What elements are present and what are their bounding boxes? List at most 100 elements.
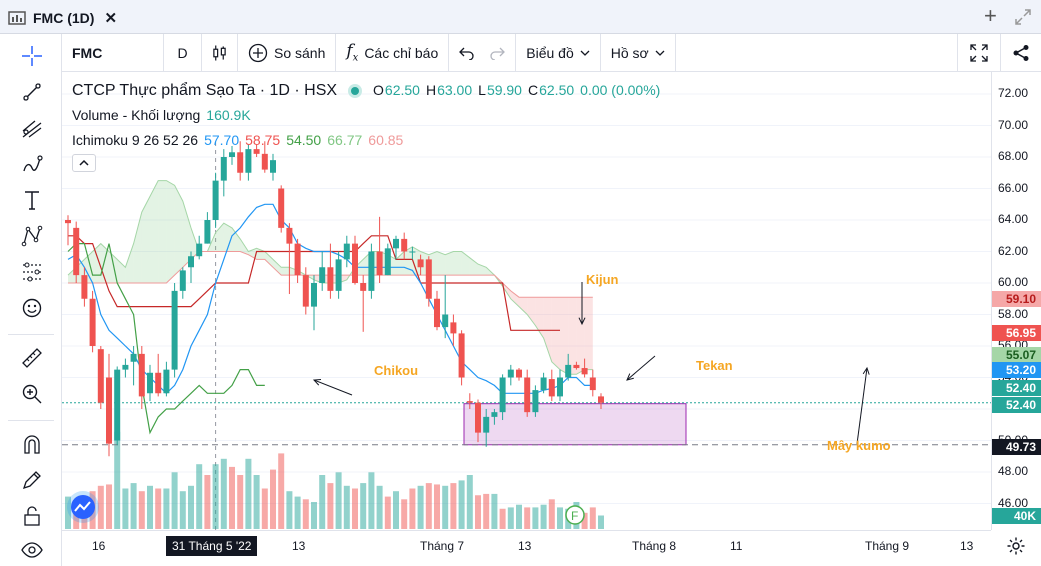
candle-body: [89, 298, 96, 346]
candle-body: [311, 283, 317, 307]
compare-button[interactable]: So sánh: [238, 33, 337, 72]
volume-bar: [237, 475, 244, 529]
volume-bar: [507, 507, 514, 529]
legend-collapse-button[interactable]: [72, 154, 96, 172]
legend-close-key: C: [527, 82, 539, 98]
time-tick-label: Tháng 8: [632, 539, 677, 553]
volume-bar: [270, 469, 276, 529]
chart-pane[interactable]: F CTCP Thực phẩm Sạo Ta · 1D · HSX O 62.5…: [62, 72, 991, 530]
volume-bar: [442, 485, 449, 529]
text-tool[interactable]: [19, 187, 45, 213]
legend-open: 62.50: [384, 82, 420, 98]
annotation-chikou[interactable]: Chikou: [374, 363, 418, 378]
add-tab-icon[interactable]: +: [984, 5, 997, 27]
pattern-tool[interactable]: [19, 223, 45, 249]
price-tick-label: 66.00: [998, 180, 1029, 195]
icon-tool[interactable]: [19, 295, 45, 321]
candle-body: [499, 377, 506, 413]
volume-bar: [475, 495, 481, 529]
fib-tool[interactable]: [19, 115, 45, 141]
legend-close: 62.50: [539, 82, 575, 98]
share-button[interactable]: [1001, 34, 1041, 72]
kumo-cloud-segment: [133, 212, 142, 283]
candle-body: [417, 259, 424, 268]
market-status-dot: [351, 86, 360, 95]
price-axis-label: 55.07: [992, 347, 1041, 363]
ichimoku-span-a-value: 66.77: [327, 132, 363, 148]
kumo-cloud-segment: [584, 297, 593, 370]
undo-redo-group: [449, 33, 517, 72]
volume-bar: [425, 483, 432, 529]
annotation-tekan[interactable]: Tekan: [696, 358, 733, 373]
candle-body: [409, 251, 416, 253]
legend-symbol-row: CTCP Thực phẩm Sạo Ta · 1D · HSX O 62.50 …: [72, 78, 660, 103]
chevron-down-icon: [580, 50, 590, 56]
candle-body: [179, 270, 186, 291]
volume-bar: [319, 475, 326, 529]
chart-tab[interactable]: FMC (1D) ✕: [8, 8, 117, 28]
volume-bar: [499, 508, 506, 529]
candle-body: [138, 353, 145, 397]
indicators-button[interactable]: fx Các chỉ báo: [336, 33, 450, 72]
settings-gear-icon[interactable]: [1006, 536, 1026, 556]
candle-body: [352, 243, 358, 283]
volume-bar: [557, 507, 563, 529]
visibility-tool[interactable]: [19, 537, 45, 563]
annotation-kijun[interactable]: Kijun: [586, 272, 619, 287]
time-axis[interactable]: 16 13 Tháng 7 13 Tháng 8 11 Tháng 9 13 31 Tháng …: [62, 530, 991, 566]
interval-button[interactable]: D: [164, 33, 202, 72]
volume-bar: [294, 496, 301, 529]
kumo-cloud-segment: [166, 180, 175, 283]
zoom-tool[interactable]: [19, 381, 45, 407]
kumo-cloud-segment: [560, 297, 569, 375]
kumo-cloud-segment: [445, 251, 454, 276]
time-tick-label: 13: [292, 539, 306, 553]
candle-body: [368, 251, 375, 291]
redo-icon[interactable]: [489, 46, 506, 60]
legend-ichimoku-row: Ichimoku 9 26 52 26 57.70 58.75 54.50 66…: [72, 128, 660, 153]
candle-body: [212, 180, 219, 220]
trend-line-tool[interactable]: [19, 79, 45, 105]
stay-drawing-tool[interactable]: [19, 467, 45, 493]
toolbar-divider: [8, 420, 54, 421]
annotation-kumo[interactable]: Mây kumo: [827, 438, 891, 453]
lock-icon: [24, 506, 40, 526]
window-titlebar: FMC (1D) ✕ +: [0, 0, 1041, 34]
undo-icon[interactable]: [459, 46, 475, 60]
volume-bar: [417, 485, 424, 529]
profile-button[interactable]: Hồ sơ: [601, 33, 676, 72]
magnet-tool[interactable]: [19, 431, 45, 457]
volume-bar: [335, 472, 342, 529]
compare-label: So sánh: [274, 44, 326, 61]
ichimoku-chikou-value: 54.50: [286, 132, 322, 148]
candle-body: [491, 412, 498, 417]
candle-body: [81, 275, 88, 299]
time-tick-label: Tháng 7: [420, 539, 465, 553]
candle-body: [548, 379, 555, 397]
chart-tab-icon: [8, 11, 26, 25]
fullscreen-button[interactable]: [957, 33, 1001, 72]
drawing-toolbar: [0, 34, 62, 566]
tradingview-logo-icon[interactable]: [66, 490, 100, 524]
candle-style-button[interactable]: [202, 33, 238, 72]
close-tab-icon[interactable]: ✕: [104, 9, 117, 27]
crosshair-tool[interactable]: [19, 43, 45, 69]
ichimoku-study-label: Ichimoku 9 26 52 26: [72, 132, 199, 148]
volume-bar: [130, 483, 137, 529]
brush-tool[interactable]: [19, 151, 45, 177]
measure-tool[interactable]: [19, 345, 45, 371]
expand-window-icon[interactable]: [1014, 8, 1032, 26]
price-axis[interactable]: 72.00 70.00 68.00 66.00 64.00 62.00 60.00 58.00…: [991, 72, 1041, 530]
candle-body: [376, 251, 383, 276]
lock-tool[interactable]: [19, 503, 45, 529]
price-axis-label: 40K: [992, 508, 1041, 524]
kumo-cloud-segment: [568, 297, 577, 375]
volume-bar: [434, 484, 440, 529]
candle-body: [516, 369, 522, 378]
price-axis-label: 56.95: [992, 325, 1041, 341]
chart-type-button[interactable]: Biểu đồ: [516, 33, 601, 72]
kumo-cloud-segment: [551, 297, 560, 370]
symbol-search[interactable]: FMC: [62, 33, 164, 72]
prediction-tool[interactable]: [19, 259, 45, 285]
plus-circle-icon: [248, 43, 268, 62]
